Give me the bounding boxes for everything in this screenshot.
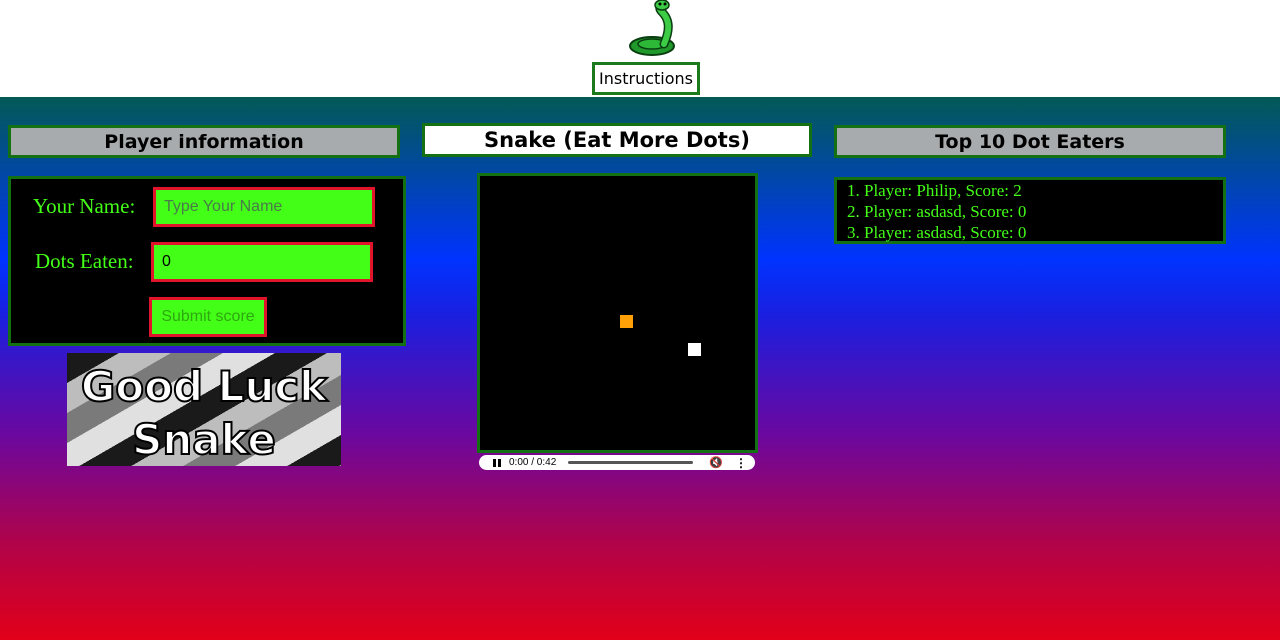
snake-logo-icon	[629, 0, 675, 56]
player-info-heading: Player information	[8, 125, 400, 158]
food-dot	[620, 315, 633, 328]
top-scores-list: 1. Player: Philip, Score: 2 2. Player: as…	[834, 177, 1226, 244]
game-title: Snake (Eat More Dots)	[422, 123, 812, 157]
muted-speaker-icon[interactable]: 🔇	[709, 456, 723, 469]
more-vertical-icon[interactable]: ⋮	[735, 456, 747, 470]
score-entry: 3. Player: asdasd, Score: 0	[847, 223, 1027, 242]
good-luck-banner: Good Luck Snake	[67, 353, 341, 466]
submit-score-button[interactable]: Submit score	[149, 297, 267, 337]
player-form: Your Name: Dots Eaten: Submit score	[8, 176, 406, 346]
audio-progress-bar[interactable]	[568, 461, 694, 464]
top-scores-heading: Top 10 Dot Eaters	[834, 125, 1226, 158]
game-board[interactable]	[477, 173, 758, 453]
instructions-button[interactable]: Instructions	[592, 62, 700, 95]
header-band: Instructions	[0, 0, 1280, 97]
score-entry: 2. Player: asdasd, Score: 0	[847, 202, 1027, 221]
name-input[interactable]	[153, 187, 375, 227]
dots-eaten-label: Dots Eaten:	[35, 249, 134, 273]
name-label: Your Name:	[33, 194, 136, 218]
pause-icon[interactable]	[493, 458, 501, 467]
banner-line-2: Snake	[131, 415, 277, 464]
dots-eaten-field[interactable]	[151, 242, 373, 282]
snake-head	[688, 343, 701, 356]
score-entry: 1. Player: Philip, Score: 2	[847, 181, 1022, 200]
audio-time: 0:00 / 0:42	[509, 457, 557, 468]
audio-player: 0:00 / 0:42 🔇 ⋮	[479, 455, 755, 470]
banner-line-1: Good Luck	[80, 362, 328, 411]
